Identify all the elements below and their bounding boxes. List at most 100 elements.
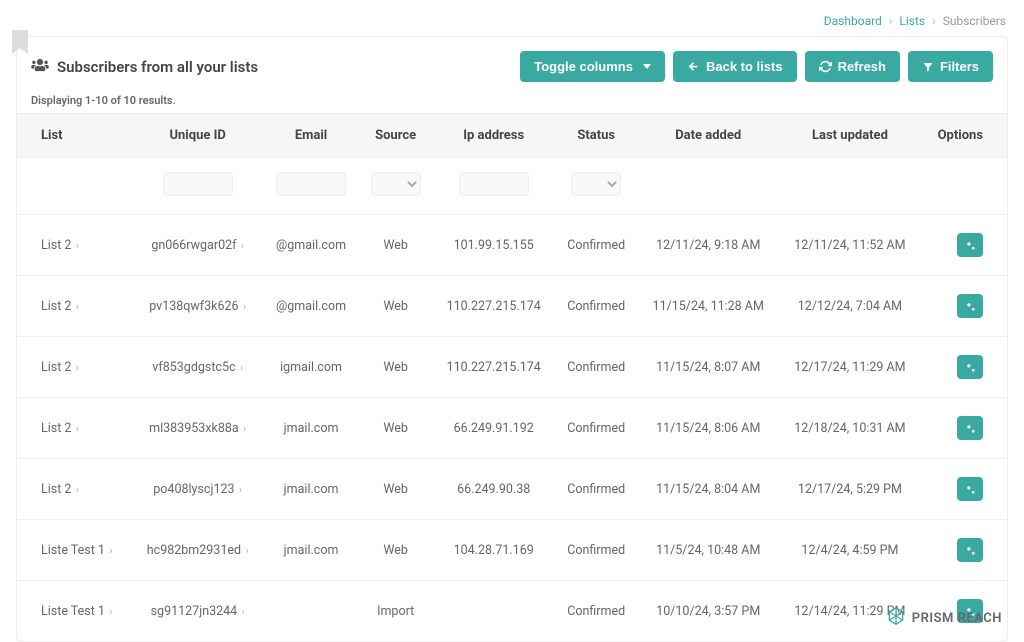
row-uid-link[interactable]: po408lyscj123 ›: [153, 482, 242, 497]
col-uid[interactable]: Unique ID: [132, 114, 263, 158]
row-status: Confirmed: [555, 337, 637, 398]
row-email: @gmail.com: [263, 215, 359, 276]
row-list-link[interactable]: Liste Test 1 ›: [41, 604, 112, 619]
refresh-button[interactable]: Refresh: [805, 51, 900, 82]
cogs-icon: [964, 300, 977, 313]
row-list-link[interactable]: List 2 ›: [41, 421, 79, 436]
results-counter: Displaying 1-10 of 10 results.: [17, 94, 1007, 113]
chevron-right-icon: ›: [73, 485, 78, 496]
filter-email[interactable]: [276, 172, 346, 196]
chevron-right-icon: ›: [73, 241, 78, 252]
cogs-icon: [964, 483, 977, 496]
row-uid-link[interactable]: sg91127jn3244 ›: [151, 604, 245, 619]
row-ip: 104.28.71.169: [432, 520, 555, 581]
chevron-right-icon: ›: [107, 607, 112, 618]
cogs-icon: [964, 422, 977, 435]
row-added: 11/15/24, 11:28 AM: [637, 276, 779, 337]
row-source: Web: [359, 520, 432, 581]
chevron-down-icon: [643, 64, 651, 69]
row-added: 11/5/24, 10:48 AM: [637, 520, 779, 581]
breadcrumb-current: Subscribers: [943, 14, 1006, 28]
chevron-right-icon: ›: [239, 607, 244, 618]
row-email: jmail.com: [263, 398, 359, 459]
row-options-button[interactable]: [957, 294, 983, 318]
col-added[interactable]: Date added: [637, 114, 779, 158]
chevron-right-icon: ›: [241, 302, 246, 313]
chevron-right-icon: ›: [238, 363, 243, 374]
row-list-link[interactable]: List 2 ›: [41, 360, 79, 375]
table-row: Liste Test 1 ›hc982bm2931ed ›jmail.comWe…: [17, 520, 1007, 581]
row-source: Web: [359, 337, 432, 398]
chevron-right-icon: ›: [241, 424, 246, 435]
col-updated[interactable]: Last updated: [779, 114, 921, 158]
cogs-icon: [964, 361, 977, 374]
filter-ip[interactable]: [459, 172, 529, 196]
chevron-right-icon: ›: [239, 241, 244, 252]
row-ip: 66.249.91.192: [432, 398, 555, 459]
col-email[interactable]: Email: [263, 114, 359, 158]
breadcrumb: Dashboard › Lists › Subscribers: [0, 8, 1024, 36]
col-ip[interactable]: Ip address: [432, 114, 555, 158]
row-options-button[interactable]: [957, 416, 983, 440]
table-row: List 2 ›pv138qwf3k626 ›@gmail.comWeb110.…: [17, 276, 1007, 337]
filter-uid[interactable]: [163, 172, 233, 196]
page-title: Subscribers from all your lists: [57, 58, 258, 76]
row-status: Confirmed: [555, 520, 637, 581]
row-uid-link[interactable]: pv138qwf3k626 ›: [149, 299, 246, 314]
row-ip: [432, 581, 555, 642]
breadcrumb-dashboard[interactable]: Dashboard: [824, 14, 882, 28]
row-email: [263, 581, 359, 642]
row-email: @gmail.com: [263, 276, 359, 337]
filter-status[interactable]: [571, 172, 621, 196]
row-status: Confirmed: [555, 398, 637, 459]
col-status[interactable]: Status: [555, 114, 637, 158]
row-status: Confirmed: [555, 459, 637, 520]
row-options-button[interactable]: [957, 233, 983, 257]
row-ip: 110.227.215.174: [432, 337, 555, 398]
chevron-right-icon: ›: [73, 302, 78, 313]
row-updated: 12/11/24, 11:52 AM: [779, 215, 921, 276]
row-status: Confirmed: [555, 276, 637, 337]
chevron-right-icon: ›: [237, 485, 242, 496]
row-email: jmail.com: [263, 459, 359, 520]
row-status: Confirmed: [555, 215, 637, 276]
row-list-link[interactable]: Liste Test 1 ›: [41, 543, 112, 558]
toggle-columns-button[interactable]: Toggle columns: [520, 51, 665, 82]
row-status: Confirmed: [555, 581, 637, 642]
row-list-link[interactable]: List 2 ›: [41, 482, 79, 497]
row-source: Web: [359, 459, 432, 520]
col-source[interactable]: Source: [359, 114, 432, 158]
row-uid-link[interactable]: ml383953xk88a ›: [149, 421, 246, 436]
breadcrumb-sep: ›: [889, 14, 893, 28]
row-added: 10/10/24, 3:57 PM: [637, 581, 779, 642]
row-added: 11/15/24, 8:07 AM: [637, 337, 779, 398]
prism-logo-icon: [886, 606, 906, 630]
row-uid-link[interactable]: vf853gdgstc5c ›: [152, 360, 243, 375]
row-ip: 66.249.90.38: [432, 459, 555, 520]
back-arrow-icon: [687, 60, 700, 73]
row-list-link[interactable]: List 2 ›: [41, 299, 79, 314]
cogs-icon: [964, 544, 977, 557]
table-row: List 2 › po408lyscj123 › jmail.comWeb66.24…: [17, 459, 1007, 520]
table-row: List 2 ›ml383953xk88a ›jmail.comWeb66.24…: [17, 398, 1007, 459]
row-options-button[interactable]: [957, 477, 983, 501]
row-uid-link[interactable]: hc982bm2931ed ›: [147, 543, 249, 558]
table-row: List 2 › vf853gdgstc5c › igmail.comWeb110.…: [17, 337, 1007, 398]
row-uid-link[interactable]: gn066rwgar02f ›: [151, 238, 244, 253]
row-ip: 101.99.15.155: [432, 215, 555, 276]
row-added: 11/15/24, 8:04 AM: [637, 459, 779, 520]
row-added: 12/11/24, 9:18 AM: [637, 215, 779, 276]
row-updated: 12/17/24, 5:29 PM: [779, 459, 921, 520]
row-updated: 12/17/24, 11:29 AM: [779, 337, 921, 398]
row-list-link[interactable]: List 2 ›: [41, 238, 79, 253]
back-to-lists-button[interactable]: Back to lists: [673, 51, 797, 82]
subscribers-table: List Unique ID Email Source Ip address S…: [17, 113, 1007, 641]
row-options-button[interactable]: [957, 538, 983, 562]
filter-source[interactable]: [371, 172, 421, 196]
refresh-icon: [819, 60, 832, 73]
row-email: igmail.com: [263, 337, 359, 398]
breadcrumb-lists[interactable]: Lists: [899, 14, 925, 28]
col-list[interactable]: List: [17, 114, 132, 158]
row-options-button[interactable]: [957, 355, 983, 379]
filters-button[interactable]: Filters: [908, 51, 993, 82]
